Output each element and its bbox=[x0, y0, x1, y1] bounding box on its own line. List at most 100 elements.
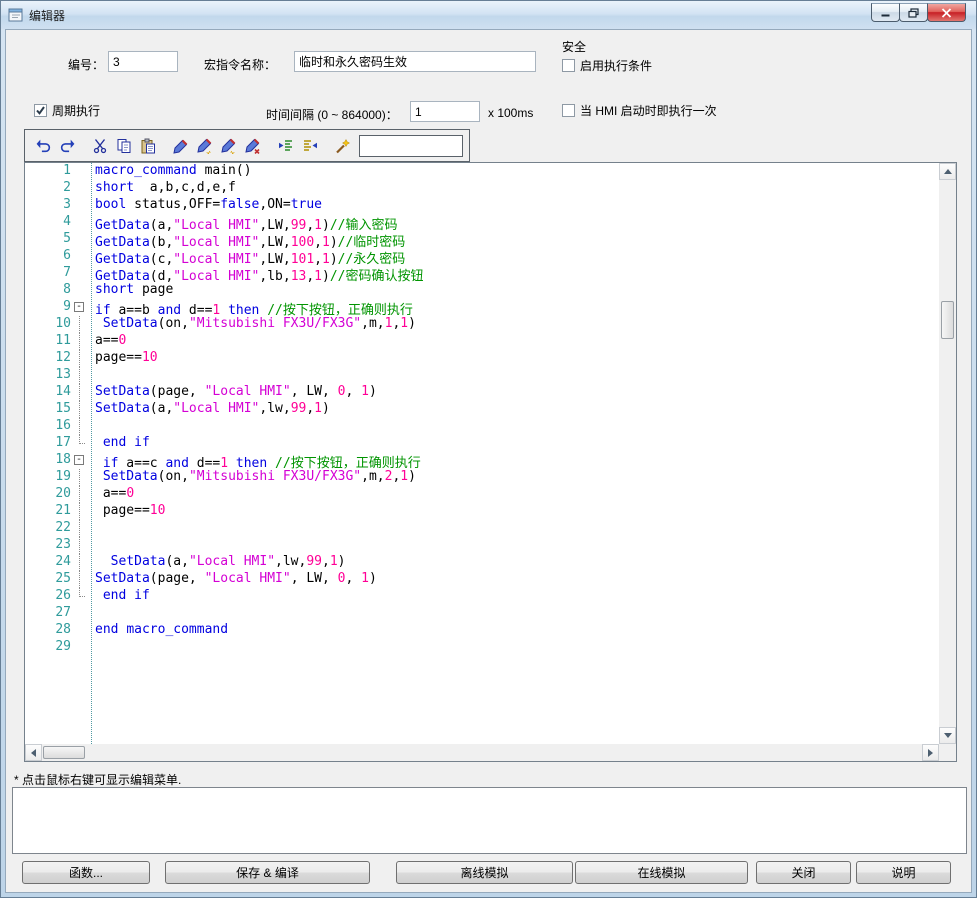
code-text: if a==c and d==1 then //按下按钮，正确则执行 bbox=[91, 452, 421, 469]
bookmark-clear-icon[interactable] bbox=[241, 133, 265, 158]
line-number: 10 bbox=[25, 316, 71, 333]
line-number: 25 bbox=[25, 571, 71, 588]
fold-margin bbox=[71, 520, 91, 537]
fold-toggle-icon[interactable]: - bbox=[71, 299, 91, 316]
toolbar-search-input[interactable] bbox=[359, 135, 463, 157]
code-text: a==0 bbox=[91, 486, 134, 503]
macro-name-label: 宏指令名称： bbox=[204, 56, 276, 73]
fold-margin bbox=[71, 639, 91, 656]
code-line: 25 SetData(page, "Local HMI", LW, 0, 1) bbox=[25, 571, 939, 588]
line-number: 5 bbox=[25, 231, 71, 248]
code-line: 28end macro_command bbox=[25, 622, 939, 639]
save-compile-button[interactable]: 保存 & 编译 bbox=[165, 861, 370, 884]
close-button[interactable] bbox=[927, 3, 966, 22]
titlebar[interactable]: 编辑器 bbox=[1, 1, 976, 29]
code-line: 29 bbox=[25, 639, 939, 656]
redo-icon[interactable] bbox=[55, 133, 79, 158]
code-text: if a==b and d==1 then //按下按钮，正确则执行 bbox=[91, 299, 413, 316]
horizontal-scroll-thumb[interactable] bbox=[43, 746, 85, 759]
outdent-icon[interactable] bbox=[274, 133, 298, 158]
online-simulate-button[interactable]: 在线模拟 bbox=[575, 861, 748, 884]
code-line: 17 end if bbox=[25, 435, 939, 452]
editor-window: 编辑器 编号： 宏指令名称： 安全 启用执行条件 bbox=[0, 0, 977, 898]
line-number: 20 bbox=[25, 486, 71, 503]
code-text: SetData(page, "Local HMI", LW, 0, 1) bbox=[91, 384, 377, 401]
paste-icon[interactable] bbox=[136, 133, 160, 158]
interval-input[interactable] bbox=[410, 101, 480, 122]
line-number: 6 bbox=[25, 248, 71, 265]
code-line: 4GetData(a,"Local HMI",LW,99,1)//输入密码 bbox=[25, 214, 939, 231]
checkbox-box bbox=[562, 59, 575, 72]
code-line: 20 a==0 bbox=[25, 486, 939, 503]
compiler-output-box[interactable] bbox=[12, 787, 967, 854]
close-dialog-button[interactable]: 关闭 bbox=[756, 861, 851, 884]
scroll-left-button[interactable] bbox=[25, 744, 42, 761]
maximize-button[interactable] bbox=[899, 3, 928, 22]
code-line: 8short page bbox=[25, 282, 939, 299]
code-line: 22 bbox=[25, 520, 939, 537]
line-number: 1 bbox=[25, 163, 71, 180]
fold-margin bbox=[71, 214, 91, 231]
code-line: 10 SetData(on,"Mitsubishi FX3U/FX3G",m,1… bbox=[25, 316, 939, 333]
scroll-right-button[interactable] bbox=[922, 744, 939, 761]
code-text: GetData(a,"Local HMI",LW,99,1)//输入密码 bbox=[91, 214, 397, 231]
line-number: 8 bbox=[25, 282, 71, 299]
vertical-scroll-thumb[interactable] bbox=[941, 301, 954, 339]
vertical-scrollbar[interactable] bbox=[939, 163, 956, 744]
code-line: 15SetData(a,"Local HMI",lw,99,1) bbox=[25, 401, 939, 418]
cut-icon[interactable] bbox=[88, 133, 112, 158]
code-text: SetData(a,"Local HMI",lw,99,1) bbox=[91, 554, 345, 571]
offline-simulate-button[interactable]: 离线模拟 bbox=[396, 861, 573, 884]
code-line: 24 SetData(a,"Local HMI",lw,99,1) bbox=[25, 554, 939, 571]
fold-margin bbox=[71, 163, 91, 180]
number-input[interactable] bbox=[108, 51, 178, 72]
macro-name-input[interactable] bbox=[294, 51, 536, 72]
fold-margin bbox=[71, 384, 91, 401]
security-label: 安全 bbox=[562, 38, 586, 55]
number-label: 编号： bbox=[68, 56, 104, 73]
code-text: GetData(b,"Local HMI",LW,100,1)//临时密码 bbox=[91, 231, 405, 248]
code-area[interactable]: 1macro_command main()2short a,b,c,d,e,f3… bbox=[25, 163, 939, 744]
code-text: end if bbox=[91, 435, 150, 452]
minimize-button[interactable] bbox=[871, 3, 900, 22]
horizontal-scrollbar[interactable] bbox=[25, 744, 939, 761]
line-number: 11 bbox=[25, 333, 71, 350]
run-on-start-checkbox[interactable]: 当 HMI 启动时即执行一次 bbox=[562, 102, 717, 119]
line-number: 19 bbox=[25, 469, 71, 486]
wand-icon[interactable] bbox=[331, 133, 355, 158]
undo-icon[interactable] bbox=[31, 133, 55, 158]
code-text: SetData(a,"Local HMI",lw,99,1) bbox=[91, 401, 330, 418]
copy-icon[interactable] bbox=[112, 133, 136, 158]
line-number: 18 bbox=[25, 452, 71, 469]
code-line: 26 end if bbox=[25, 588, 939, 605]
code-text: page==10 bbox=[91, 503, 165, 520]
fold-margin bbox=[71, 367, 91, 384]
code-text: page==10 bbox=[91, 350, 158, 367]
functions-button[interactable]: 函数... bbox=[22, 861, 150, 884]
enable-condition-checkbox[interactable]: 启用执行条件 bbox=[562, 57, 652, 74]
line-number: 21 bbox=[25, 503, 71, 520]
code-text: SetData(page, "Local HMI", LW, 0, 1) bbox=[91, 571, 377, 588]
bookmark-prev-icon[interactable] bbox=[217, 133, 241, 158]
periodic-checkbox[interactable]: 周期执行 bbox=[34, 102, 100, 119]
code-text: SetData(on,"Mitsubishi FX3U/FX3G",m,2,1) bbox=[91, 469, 416, 486]
bookmark-toggle-icon[interactable] bbox=[169, 133, 193, 158]
code-line: 5 GetData(b,"Local HMI",LW,100,1)//临时密码 bbox=[25, 231, 939, 248]
fold-margin bbox=[71, 622, 91, 639]
dialog-body: 编号： 宏指令名称： 安全 启用执行条件 周期执行 时间间隔 (0 ~ 8640… bbox=[5, 29, 972, 893]
scroll-up-button[interactable] bbox=[939, 163, 956, 180]
indent-icon[interactable] bbox=[298, 133, 322, 158]
fold-margin bbox=[71, 435, 91, 452]
window-icon bbox=[8, 7, 24, 23]
code-text: GetData(c,"Local HMI",LW,101,1)//永久密码 bbox=[91, 248, 405, 265]
line-number: 23 bbox=[25, 537, 71, 554]
fold-toggle-icon[interactable]: - bbox=[71, 452, 91, 469]
help-button[interactable]: 说明 bbox=[856, 861, 951, 884]
bookmark-next-icon[interactable] bbox=[193, 133, 217, 158]
line-number: 29 bbox=[25, 639, 71, 656]
code-line: 3bool status,OFF=false,ON=true bbox=[25, 197, 939, 214]
scroll-down-button[interactable] bbox=[939, 727, 956, 744]
fold-margin bbox=[71, 571, 91, 588]
code-line: 14SetData(page, "Local HMI", LW, 0, 1) bbox=[25, 384, 939, 401]
line-number: 22 bbox=[25, 520, 71, 537]
